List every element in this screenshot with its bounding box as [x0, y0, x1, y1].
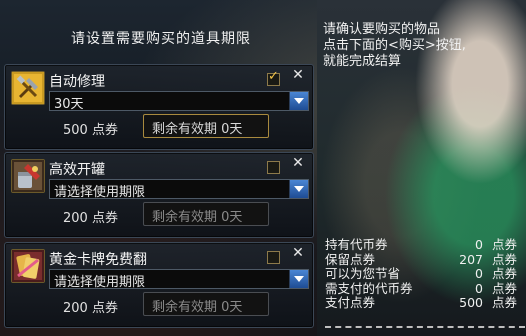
summary-row: 支付点券 500 点券	[325, 295, 517, 311]
item-row-gold-card: 黄金卡牌免费翻 ✕ 请选择使用期限 200 点券 剩余有效期 0天	[4, 242, 314, 328]
summary-row: 需支付的代币券 0 点券	[325, 280, 517, 297]
close-icon[interactable]: ✕	[291, 155, 305, 171]
summary-unit: 点券	[491, 237, 517, 252]
summary-value: 500	[459, 295, 483, 310]
item-name: 自动修理	[49, 74, 105, 90]
item-checkbox[interactable]	[267, 251, 280, 264]
item-checkbox[interactable]	[267, 161, 280, 174]
chevron-down-icon[interactable]	[289, 270, 308, 288]
remaining-label: 剩余有效期	[152, 300, 218, 315]
remaining-period-box: 剩余有效期 0天	[143, 292, 269, 316]
purchase-info-panel: 请确认要购买的物品 点击下面的<购买>按钮, 就能完成结算 持有代币券 0 点券…	[317, 0, 526, 336]
remaining-period-box: 剩余有效期 0天	[143, 114, 269, 138]
summary-value: 0	[475, 237, 483, 252]
summary-label: 持有代币券	[325, 237, 388, 252]
price-unit: 点券	[91, 123, 118, 138]
price-unit: 点券	[91, 301, 118, 316]
summary-row: 保留点券 207 点券	[325, 251, 517, 268]
instruction-text: 请确认要购买的物品 点击下面的<购买>按钮, 就能完成结算	[323, 22, 466, 70]
summary-value: 0	[475, 280, 483, 296]
payment-summary: 持有代币券 0 点券 保留点券 207 点券 可以为您节省 0 点券 需支付的代…	[325, 237, 517, 311]
summary-unit: 点券	[491, 295, 517, 310]
price-amount: 500	[63, 123, 88, 138]
instruction-line: 点击下面的<购买>按钮,	[323, 38, 466, 53]
close-icon[interactable]: ✕	[291, 67, 305, 83]
period-select-value: 请选择使用期限	[54, 275, 146, 290]
instruction-line: 请确认要购买的物品	[323, 22, 441, 37]
summary-label: 可以为您节省	[325, 266, 401, 281]
summary-label: 需支付的代币券	[325, 280, 413, 296]
summary-value: 0	[475, 266, 483, 281]
item-name: 高效开罐	[49, 162, 105, 178]
can-opener-icon	[11, 159, 45, 193]
chevron-down-icon[interactable]	[289, 180, 308, 198]
summary-unit: 点券	[491, 266, 517, 281]
divider	[325, 326, 525, 330]
remaining-label: 剩余有效期	[152, 210, 218, 225]
item-price: 500 点券	[63, 119, 118, 138]
period-select[interactable]: 请选择使用期限	[49, 269, 309, 290]
summary-row: 可以为您节省 0 点券	[325, 266, 517, 282]
summary-value: 207	[459, 251, 483, 267]
remaining-label: 剩余有效期	[152, 122, 218, 137]
item-row-can-opener: 高效开罐 ✕ 请选择使用期限 200 点券 剩余有效期 0天	[4, 152, 314, 238]
gold-card-icon	[11, 249, 45, 283]
summary-label: 支付点券	[325, 295, 376, 310]
summary-label: 保留点券	[325, 251, 376, 267]
item-price: 200 点券	[63, 297, 118, 316]
period-select[interactable]: 请选择使用期限	[49, 179, 309, 200]
summary-unit: 点券	[491, 251, 517, 267]
close-icon[interactable]: ✕	[291, 245, 305, 261]
period-select-value: 请选择使用期限	[54, 185, 146, 200]
price-unit: 点券	[91, 211, 118, 226]
chevron-down-icon[interactable]	[289, 92, 308, 110]
price-amount: 200	[63, 211, 88, 226]
summary-row: 持有代币券 0 点券	[325, 237, 517, 253]
price-amount: 200	[63, 301, 88, 316]
instruction-line: 就能完成结算	[323, 54, 402, 69]
item-row-auto-repair: 自动修理 ✕ 30天 500 点券 剩余有效期 0天	[4, 64, 314, 150]
item-price: 200 点券	[63, 207, 118, 226]
summary-unit: 点券	[491, 280, 517, 296]
period-select-value: 30天	[54, 97, 84, 112]
remaining-value: 0天	[221, 300, 243, 315]
dialog-title: 请设置需要购买的道具期限	[71, 31, 251, 47]
item-name: 黄金卡牌免费翻	[49, 252, 147, 268]
remaining-period-box: 剩余有效期 0天	[143, 202, 269, 226]
remaining-value: 0天	[221, 122, 243, 137]
remaining-value: 0天	[221, 210, 243, 225]
period-select[interactable]: 30天	[49, 91, 309, 112]
repair-hammer-icon	[11, 71, 45, 105]
item-checkbox[interactable]	[267, 69, 280, 86]
